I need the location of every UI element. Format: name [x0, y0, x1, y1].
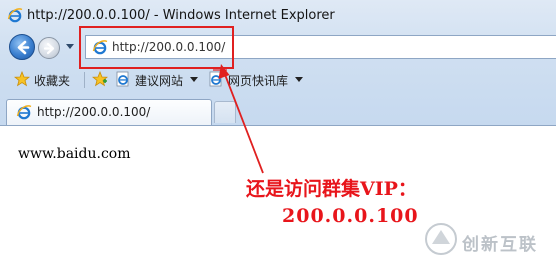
- watermark-logo-icon: [425, 223, 457, 255]
- watermark-text: 创新互联: [462, 235, 538, 255]
- annotation-line-1: 还是访问群集VIP：: [246, 178, 417, 200]
- watermark: 创新互联: [424, 222, 549, 256]
